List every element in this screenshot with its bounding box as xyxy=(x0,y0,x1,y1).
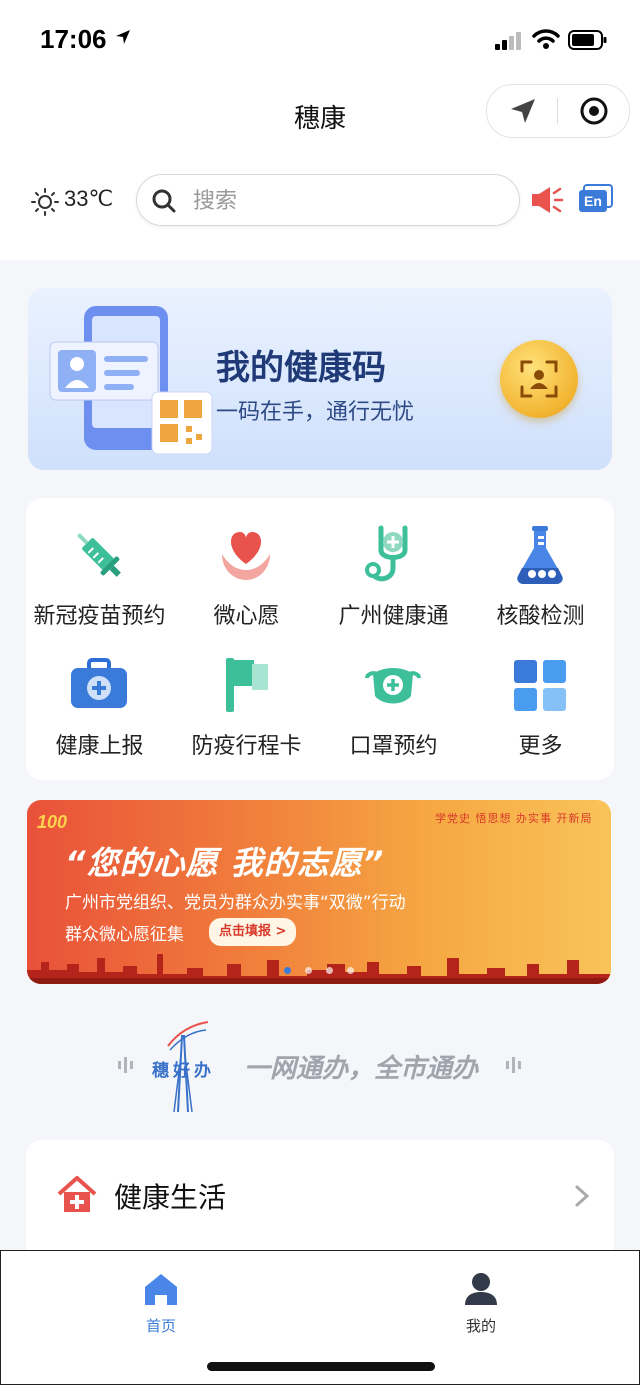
service-label: 新冠疫苗预约 xyxy=(33,604,166,629)
miniprogram-capsule xyxy=(486,84,630,138)
service-vaccine[interactable]: 新冠疫苗预约 xyxy=(26,504,173,634)
vaccine-syringe-icon xyxy=(77,533,121,577)
location-share-icon[interactable] xyxy=(509,97,537,125)
chevron-right-icon xyxy=(575,1185,590,1207)
service-gz-health-pass[interactable]: 广州健康通 xyxy=(320,504,467,634)
health-code-subtitle: 一码在手，通行无忧 xyxy=(216,400,415,425)
service-travel-card[interactable]: 防疫行程卡 xyxy=(173,634,320,764)
home-indicator[interactable] xyxy=(207,1362,435,1371)
wifi-icon xyxy=(532,29,560,49)
search-row: 33℃ En xyxy=(0,150,640,260)
heart-hands-icon xyxy=(222,532,270,580)
service-health-report[interactable]: 健康上报 xyxy=(26,634,173,764)
tab-home-label: 首页 xyxy=(145,1317,176,1335)
carousel-dot[interactable] xyxy=(284,967,291,974)
services-grid: 新冠疫苗预约 微心愿 广州健康通 核酸检测 健康上报 防疫行程卡 口罩预约 更多 xyxy=(26,498,614,780)
sound-wave-icon xyxy=(118,1057,133,1073)
cellular-signal-icon xyxy=(495,32,521,50)
carousel-dot[interactable] xyxy=(305,967,312,974)
slogan-brand: 穗好办 xyxy=(152,1061,215,1081)
temperature: 33℃ xyxy=(64,186,114,211)
home-icon xyxy=(145,1274,177,1305)
location-arrow-icon xyxy=(116,30,130,44)
service-label: 微心愿 xyxy=(213,604,280,629)
tab-home[interactable]: 首页 xyxy=(81,1271,241,1336)
anniversary-badge: 100 xyxy=(37,812,68,832)
language-en-icon[interactable]: En xyxy=(578,184,614,214)
service-mask-booking[interactable]: 口罩预约 xyxy=(320,634,467,764)
service-wish[interactable]: 微心愿 xyxy=(173,504,320,634)
speaker-icon[interactable] xyxy=(530,185,566,215)
service-more[interactable]: 更多 xyxy=(467,634,614,764)
sun-icon xyxy=(31,188,59,216)
capsule-divider xyxy=(557,98,558,124)
service-label: 核酸检测 xyxy=(496,604,585,629)
tab-mine[interactable]: 我的 xyxy=(401,1271,561,1336)
slogan-row: 穗好办 一网通办，全市通办 xyxy=(0,1010,640,1120)
service-nucleic-test[interactable]: 核酸检测 xyxy=(467,504,614,634)
phone-id-illustration-icon xyxy=(49,306,213,455)
health-code-scan-button[interactable] xyxy=(500,340,578,418)
house-medical-icon xyxy=(57,1176,97,1212)
status-time: 17:06 xyxy=(40,24,107,54)
banner-fill-button[interactable]: 点击填报 > xyxy=(209,918,297,946)
slogan-text: 一网通办，全市通办 xyxy=(244,1054,479,1084)
service-label: 广州健康通 xyxy=(338,604,449,629)
tab-mine-label: 我的 xyxy=(465,1317,496,1335)
test-flask-icon xyxy=(517,526,563,584)
service-label: 防疫行程卡 xyxy=(191,734,302,759)
health-life-title: 健康生活 xyxy=(114,1181,227,1214)
flag-icon xyxy=(226,658,268,712)
banner-subtitle-2: 群众微心愿征集 xyxy=(65,925,184,945)
banner-tags: 学党史 悟思想 办实事 开新局 xyxy=(435,812,593,825)
close-target-icon[interactable] xyxy=(579,96,609,126)
health-life-card[interactable]: 健康生活 xyxy=(26,1140,614,1260)
search-box[interactable] xyxy=(136,174,520,226)
carousel-dots xyxy=(27,959,611,978)
search-input[interactable] xyxy=(191,185,495,217)
user-profile-icon xyxy=(465,1273,497,1305)
nav-bar: 穗康 xyxy=(0,80,640,150)
medical-kit-icon xyxy=(71,658,127,708)
sound-wave-icon xyxy=(506,1057,521,1073)
promo-banner[interactable]: 100 学党史 悟思想 办实事 开新局 “您的心愿 我的志愿” 广州市党组织、党… xyxy=(27,800,611,984)
search-icon xyxy=(152,189,176,213)
carousel-dot[interactable] xyxy=(326,967,333,974)
carousel-dot[interactable] xyxy=(347,967,354,974)
mask-icon xyxy=(365,668,421,704)
face-scan-icon xyxy=(520,360,558,398)
status-bar: 17:06 xyxy=(0,0,640,80)
grid-more-icon xyxy=(514,660,566,711)
health-code-title: 我的健康码 xyxy=(216,348,386,388)
stethoscope-icon xyxy=(365,525,408,582)
banner-subtitle: 广州市党组织、党员为群众办实事“双微”行动 xyxy=(65,893,406,913)
banner-title: “您的心愿 我的志愿” xyxy=(65,844,385,882)
svg-text:En: En xyxy=(584,193,602,209)
health-code-card[interactable]: 我的健康码 一码在手，通行无忧 xyxy=(28,288,612,470)
service-label: 更多 xyxy=(518,734,563,759)
service-label: 口罩预约 xyxy=(349,734,438,759)
battery-icon xyxy=(568,30,607,50)
service-label: 健康上报 xyxy=(55,734,144,759)
